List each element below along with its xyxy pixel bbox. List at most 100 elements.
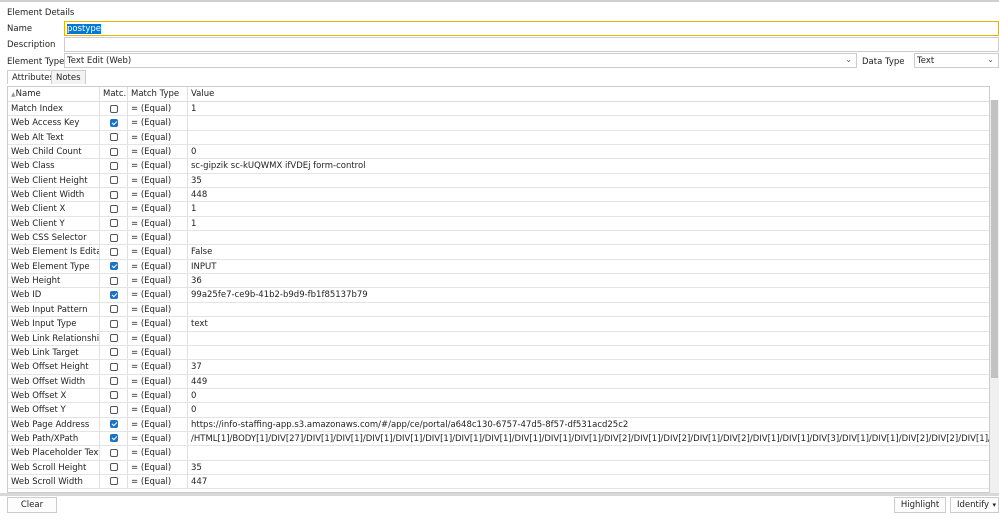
attribute-value[interactable]: 0 — [188, 145, 989, 158]
table-row[interactable]: Web Scroll Height = (Equal) 35 — [8, 460, 989, 475]
match-checkbox[interactable] — [109, 219, 118, 228]
match-type[interactable]: = (Equal) — [128, 474, 188, 489]
table-row[interactable]: Web Link Relationship = (Equal) — [8, 331, 989, 346]
match-checkbox[interactable] — [109, 334, 118, 342]
table-row[interactable]: Web Offset X = (Equal) 0 — [8, 388, 989, 404]
match-checkbox[interactable] — [109, 405, 118, 414]
attribute-value[interactable]: INPUT — [188, 260, 989, 273]
table-row[interactable]: Web Access Key = (Equal) — [8, 116, 989, 131]
attribute-value[interactable]: 447 — [188, 475, 989, 488]
table-row[interactable]: Web Height = (Equal) 36 — [8, 274, 989, 289]
match-type[interactable]: = (Equal) — [128, 460, 188, 474]
match-checkbox[interactable] — [109, 305, 118, 314]
match-type[interactable]: = (Equal) — [128, 102, 188, 116]
match-checkbox[interactable] — [109, 362, 118, 371]
match-checkbox[interactable] — [109, 104, 118, 113]
match-checkbox[interactable] — [109, 190, 118, 199]
match-type[interactable]: = (Equal) — [128, 159, 188, 173]
attribute-value[interactable] — [188, 346, 989, 359]
match-checkbox[interactable] — [109, 477, 118, 486]
table-row[interactable]: Web Placeholder Text = (Equal) — [8, 446, 989, 461]
table-row[interactable]: Web ID = (Equal) 99a25fe7-ce9b-41b2-b9d9… — [8, 288, 989, 303]
match-type[interactable]: = (Equal) — [128, 145, 188, 159]
match-type[interactable]: = (Equal) — [128, 403, 188, 417]
match-type[interactable]: = (Equal) — [128, 374, 188, 388]
attribute-value[interactable]: sc-gipzik sc-kUQWMX ifVDEj form-control — [188, 159, 989, 172]
match-type[interactable]: = (Equal) — [128, 216, 188, 231]
table-row[interactable]: Web Element Is Edita... = (Equal) False — [8, 245, 989, 260]
match-checkbox[interactable] — [109, 448, 118, 457]
match-type[interactable]: = (Equal) — [128, 173, 188, 188]
match-checkbox[interactable] — [109, 147, 118, 156]
attribute-value[interactable]: https://info-staffing-app.s3.amazonaws.c… — [188, 418, 989, 431]
attribute-value[interactable]: 35 — [188, 174, 989, 187]
match-checkbox[interactable] — [109, 118, 118, 127]
column-header-name[interactable]: ▲Name — [8, 87, 100, 101]
attribute-value[interactable]: 1 — [188, 102, 989, 115]
identify-button[interactable]: Identify ▾ — [950, 497, 999, 513]
table-row[interactable]: Web Page Address = (Equal) https://info-… — [8, 417, 989, 432]
match-checkbox[interactable] — [109, 377, 118, 386]
clear-button[interactable]: Clear — [7, 497, 57, 513]
match-type[interactable]: = (Equal) — [128, 259, 188, 274]
match-type[interactable]: = (Equal) — [128, 446, 188, 460]
attribute-value[interactable] — [188, 231, 989, 244]
description-input[interactable] — [64, 37, 999, 52]
attribute-value[interactable]: 448 — [188, 188, 989, 201]
match-type[interactable]: = (Equal) — [128, 288, 188, 302]
match-type[interactable]: = (Equal) — [128, 431, 188, 446]
name-input[interactable]: postype — [64, 21, 999, 36]
attribute-value[interactable] — [188, 116, 989, 129]
table-row[interactable]: Web Element Type = (Equal) INPUT — [8, 259, 989, 275]
scrollbar-thumb[interactable] — [991, 100, 998, 378]
match-checkbox[interactable] — [109, 348, 118, 357]
attribute-value[interactable]: 0 — [188, 403, 989, 416]
column-header-match-type[interactable]: Match Type — [128, 87, 188, 101]
table-row[interactable]: Web Input Type = (Equal) text — [8, 317, 989, 332]
table-row[interactable]: Web Alt Text = (Equal) — [8, 130, 989, 146]
match-type[interactable]: = (Equal) — [128, 116, 188, 130]
match-type[interactable]: = (Equal) — [128, 345, 188, 360]
match-type[interactable]: = (Equal) — [128, 302, 188, 317]
table-row[interactable]: Web Path/XPath = (Equal) /HTML[1]/BODY[1… — [8, 431, 989, 447]
attribute-value[interactable]: 0 — [188, 389, 989, 402]
match-checkbox[interactable] — [109, 434, 118, 443]
table-row[interactable]: Web CSS Selector = (Equal) — [8, 231, 989, 246]
table-row[interactable]: Web Client X = (Equal) 1 — [8, 202, 989, 217]
attribute-value[interactable] — [188, 131, 989, 144]
match-checkbox[interactable] — [109, 262, 118, 271]
match-checkbox[interactable] — [109, 133, 118, 142]
attribute-value[interactable] — [188, 446, 989, 459]
match-checkbox[interactable] — [109, 161, 118, 170]
column-header-value[interactable]: Value — [188, 87, 989, 101]
tab-notes[interactable]: Notes — [51, 70, 86, 84]
match-type[interactable]: = (Equal) — [128, 188, 188, 202]
match-type[interactable]: = (Equal) — [128, 417, 188, 431]
table-row[interactable]: Web Scroll Width = (Equal) 447 — [8, 474, 989, 490]
match-checkbox[interactable] — [109, 176, 118, 185]
attribute-value[interactable]: False — [188, 245, 989, 258]
attribute-value[interactable] — [188, 332, 989, 345]
match-type[interactable]: = (Equal) — [128, 317, 188, 331]
data-type-select[interactable]: Text ⌄ — [914, 53, 999, 68]
match-type[interactable]: = (Equal) — [128, 331, 188, 345]
table-row[interactable]: Web Client Y = (Equal) 1 — [8, 216, 989, 232]
table-row[interactable]: Match Index = (Equal) 1 — [8, 102, 989, 117]
table-row[interactable]: Web Child Count = (Equal) 0 — [8, 145, 989, 160]
match-type[interactable]: = (Equal) — [128, 231, 188, 245]
match-checkbox[interactable] — [109, 319, 118, 328]
match-checkbox[interactable] — [109, 233, 118, 242]
attribute-value[interactable]: 1 — [188, 202, 989, 215]
attribute-value[interactable]: 37 — [188, 360, 989, 373]
match-type[interactable]: = (Equal) — [128, 202, 188, 216]
attribute-value[interactable] — [188, 303, 989, 316]
attribute-value[interactable]: 99a25fe7-ce9b-41b2-b9d9-fb1f85137b79 — [188, 288, 989, 301]
match-type[interactable]: = (Equal) — [128, 360, 188, 374]
table-row[interactable]: Web Client Width = (Equal) 448 — [8, 188, 989, 203]
match-type[interactable]: = (Equal) — [128, 274, 188, 288]
table-row[interactable]: Web Offset Height = (Equal) 37 — [8, 360, 989, 375]
match-checkbox[interactable] — [109, 276, 118, 285]
table-row[interactable]: Web Class = (Equal) sc-gipzik sc-kUQWMX … — [8, 159, 989, 174]
column-header-match[interactable]: Matc... — [100, 87, 128, 101]
table-row[interactable]: Web Link Target = (Equal) — [8, 345, 989, 361]
